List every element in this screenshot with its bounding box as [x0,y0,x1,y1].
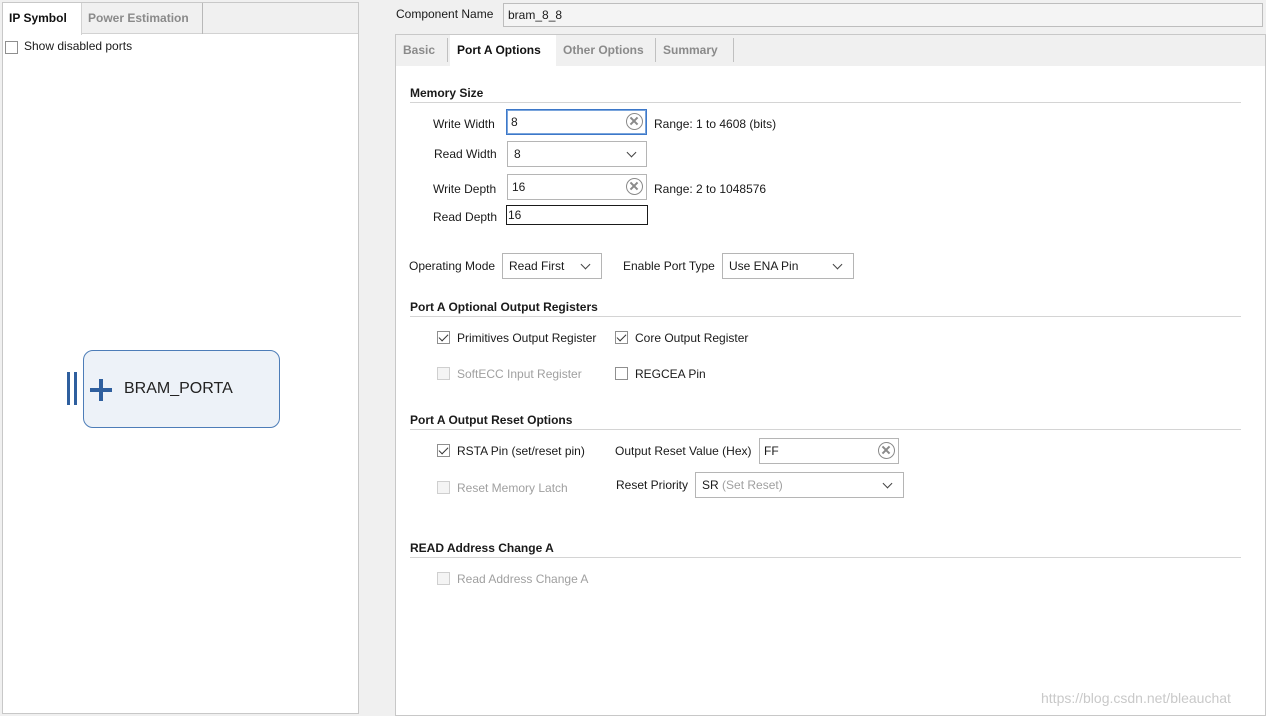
component-name-field[interactable]: bram_8_8 [503,3,1263,27]
tab-summary-label: Summary [663,43,718,57]
read-depth-label: Read Depth [433,210,498,224]
tab-basic[interactable]: Basic [396,35,448,66]
tab-port-a-options[interactable]: Port A Options [450,35,556,67]
read-depth-field: 16 [506,205,648,225]
rsta-pin-checkbox[interactable] [437,444,450,457]
write-depth-label: Write Depth [433,182,497,196]
primitives-output-register-checkbox[interactable] [437,331,450,344]
regcea-pin-checkbox[interactable] [615,367,628,380]
memory-size-title: Memory Size [410,86,484,100]
write-width-label: Write Width [433,117,495,131]
output-reset-value-label: Output Reset Value (Hex) [615,444,752,458]
bram-port-label: BRAM_PORTA [124,380,233,397]
clear-write-width-icon[interactable] [626,113,643,130]
reset-priority-label: Reset Priority [616,478,689,492]
reset-priority-hint: (Set Reset) [722,478,783,492]
memory-size-divider [410,102,1241,103]
core-output-register-label[interactable]: Core Output Register [635,331,748,345]
reset-memory-latch-label: Reset Memory Latch [457,481,568,495]
enable-port-type-value: Use ENA Pin [729,259,799,273]
show-disabled-ports-label[interactable]: Show disabled ports [24,39,132,53]
tab-power-estimation[interactable]: Power Estimation [82,3,203,34]
read-width-value: 8 [514,147,521,161]
tab-other-options[interactable]: Other Options [556,35,656,66]
read-width-label: Read Width [434,147,497,161]
regcea-pin-label[interactable]: REGCEA Pin [635,367,706,381]
reset-priority-select[interactable]: SR (Set Reset) [695,472,904,498]
tab-summary[interactable]: Summary [656,35,734,66]
optional-output-registers-title: Port A Optional Output Registers [410,300,598,314]
write-depth-range: Range: 2 to 1048576 [654,182,767,196]
watermark-text: https://blog.csdn.net/bleauchat [1041,690,1231,706]
read-width-select[interactable]: 8 [507,141,647,167]
reset-priority-value: SR [702,478,719,492]
tab-basic-label: Basic [403,43,436,57]
operating-mode-value: Read First [509,259,565,273]
optional-output-registers-divider [410,316,1241,317]
ip-symbol-pane: IP Symbol Power Estimation Show disabled… [2,2,359,714]
component-name-label: Component Name [396,7,494,21]
softecc-input-register-checkbox [437,367,450,380]
operating-mode-label: Operating Mode [409,259,496,273]
options-tab-bar: Basic Port A Options Other Options Summa… [396,35,1265,67]
left-tab-bar: IP Symbol Power Estimation [3,3,358,35]
expand-plus-icon[interactable] [90,379,112,401]
primitives-output-register-label[interactable]: Primitives Output Register [457,331,596,345]
rsta-pin-label[interactable]: RSTA Pin (set/reset pin) [457,444,585,458]
show-disabled-ports-checkbox[interactable] [5,41,18,54]
write-width-range: Range: 1 to 4608 (bits) [654,117,777,131]
read-address-change-label: Read Address Change A [457,572,589,586]
tab-other-label: Other Options [563,43,644,57]
output-reset-options-divider [410,429,1241,430]
tab-port-a-label: Port A Options [457,43,541,57]
softecc-input-register-label: SoftECC Input Register [457,367,582,381]
tab-ip-symbol[interactable]: IP Symbol [3,3,82,35]
read-address-change-divider [410,557,1241,558]
output-reset-options-title: Port A Output Reset Options [410,413,573,427]
port-bus-icon [67,372,81,405]
core-output-register-checkbox[interactable] [615,331,628,344]
clear-reset-value-icon[interactable] [878,442,895,459]
read-address-change-title: READ Address Change A [410,541,554,555]
clear-write-depth-icon[interactable] [626,178,643,195]
read-address-change-checkbox [437,572,450,585]
reset-memory-latch-checkbox [437,481,450,494]
enable-port-type-label: Enable Port Type [623,259,715,273]
